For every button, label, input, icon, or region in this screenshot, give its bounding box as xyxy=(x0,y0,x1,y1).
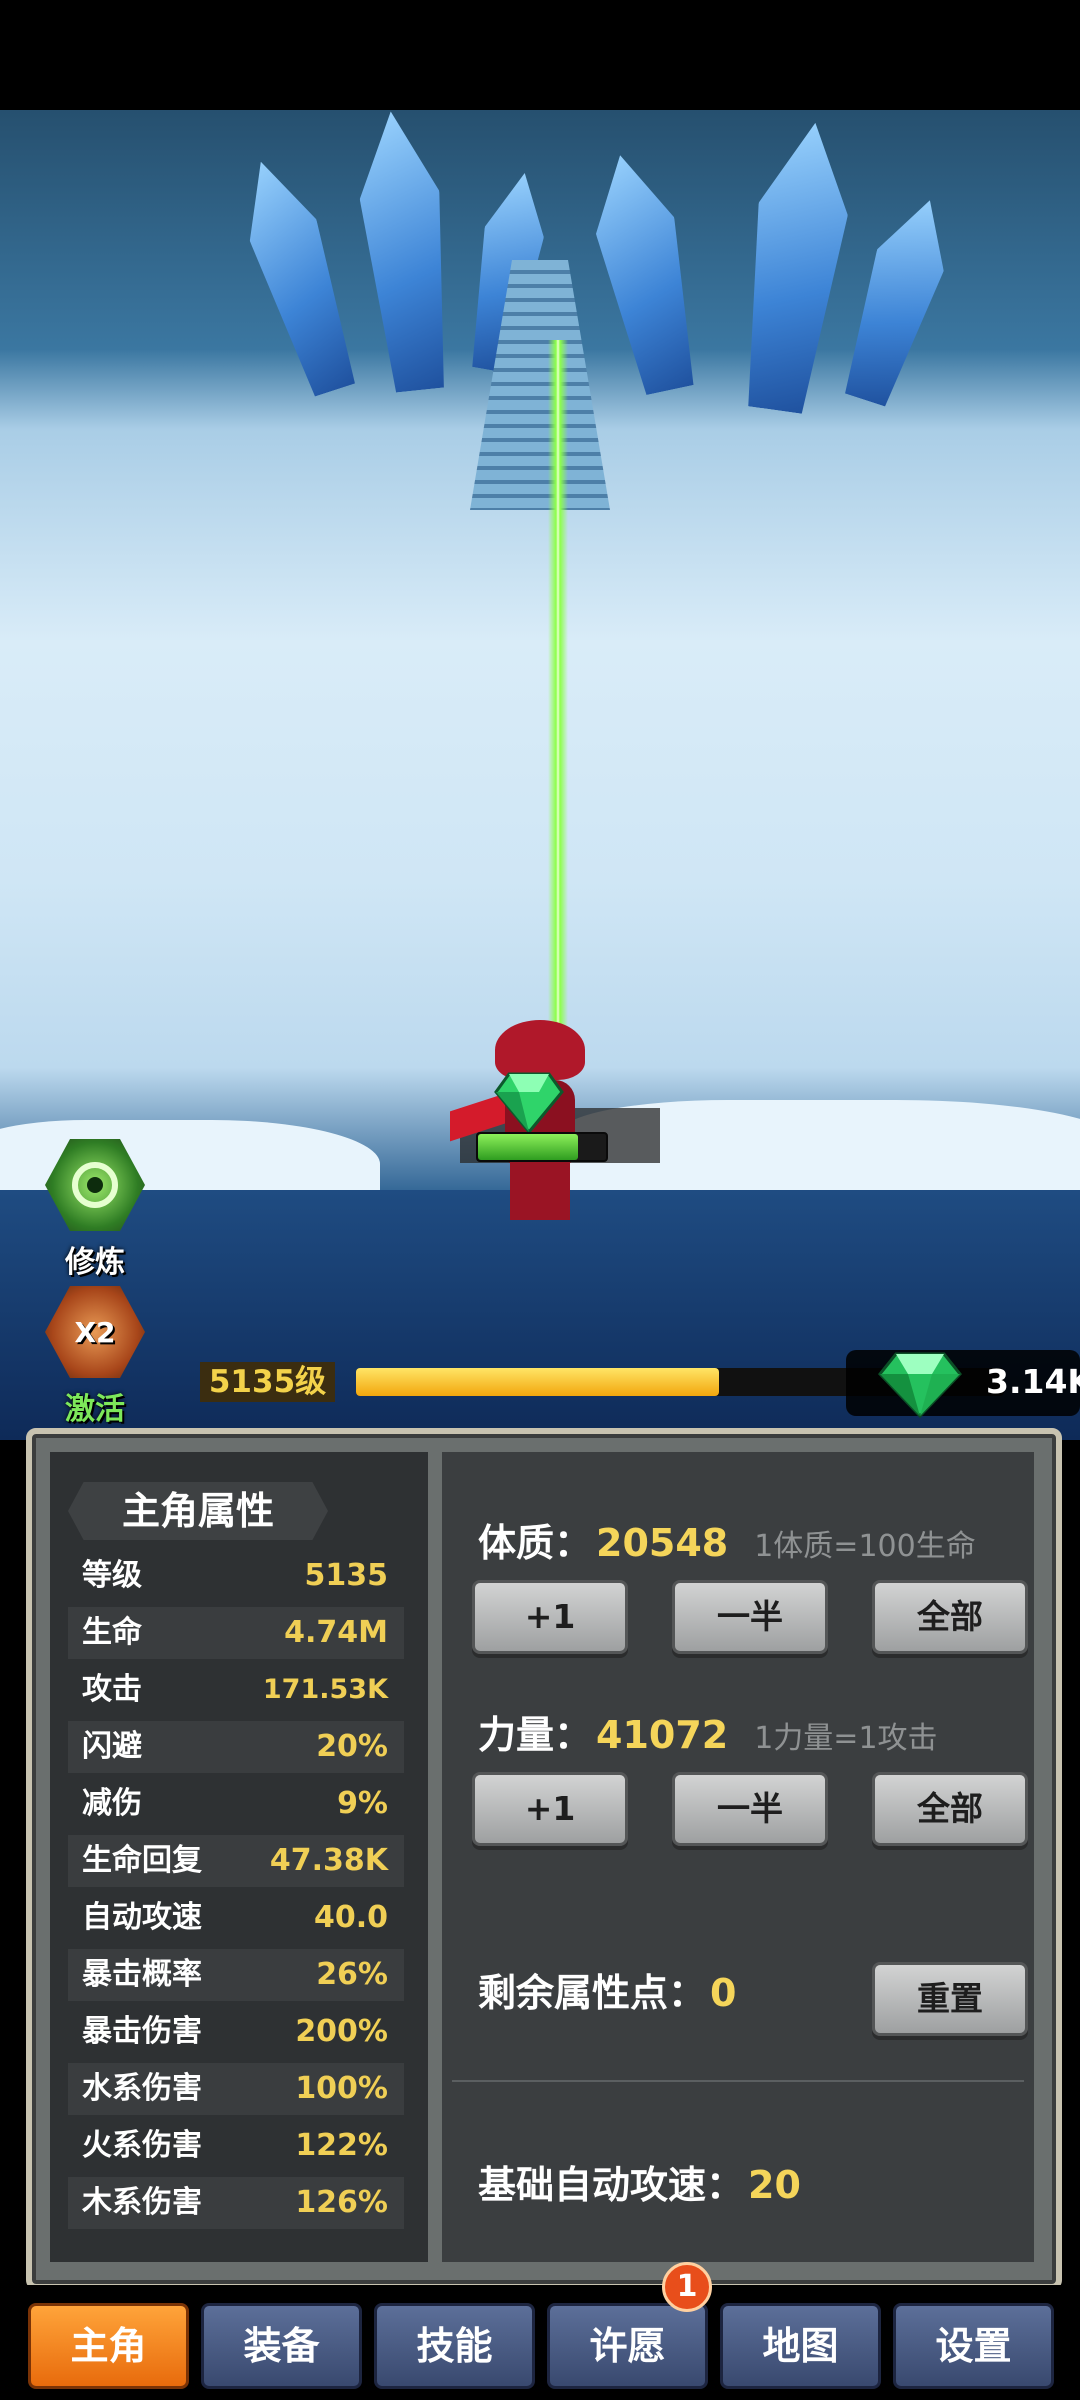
stat-value: 122% xyxy=(295,2128,388,2163)
remaining-points-line: 剩余属性点： 0 xyxy=(478,1962,736,2017)
stat-row: 生命 4.74M xyxy=(68,1607,404,1659)
swirl-glyph xyxy=(72,1162,118,1208)
xp-fill xyxy=(356,1368,719,1396)
stat-name: 水系伤害 xyxy=(82,2071,202,2106)
strength-plus-one-button[interactable]: +1 xyxy=(472,1772,628,1846)
stat-name: 暴击概率 xyxy=(82,1957,202,1992)
constitution-label: 体质： xyxy=(478,1521,593,1565)
stat-name: 减伤 xyxy=(82,1786,142,1821)
green-gem-icon xyxy=(494,1072,564,1134)
ice-crystal xyxy=(228,151,369,401)
stat-value: 100% xyxy=(295,2071,388,2106)
gem-count: 3.14K xyxy=(986,1362,1080,1401)
stat-row: 水系伤害 100% xyxy=(68,2063,404,2115)
constitution-line: 体质： 20548 1体质=100生命 xyxy=(478,1512,976,1567)
stat-row: 暴击伤害 200% xyxy=(68,2006,404,2058)
currency-box[interactable]: 3.14K xyxy=(846,1350,1080,1419)
nav-settings-tab[interactable]: 设置 xyxy=(893,2303,1054,2389)
green-swirl-icon xyxy=(45,1139,145,1231)
stat-row: 自动攻速 40.0 xyxy=(68,1892,404,1944)
remaining-points-label: 剩余属性点： xyxy=(478,1971,707,2015)
stat-name: 暴击伤害 xyxy=(82,2014,202,2049)
nav-skills-tab[interactable]: 技能 xyxy=(374,2303,535,2389)
stat-name: 火系伤害 xyxy=(82,2128,202,2163)
level-row: 5135级 3.14K xyxy=(200,1350,1080,1419)
strength-line: 力量： 41072 1力量=1攻击 xyxy=(478,1704,938,1759)
stat-value: 126% xyxy=(295,2185,388,2220)
stat-name: 生命回复 xyxy=(82,1843,202,1878)
nav-map-tab[interactable]: 地图 xyxy=(720,2303,881,2389)
stat-name: 等级 xyxy=(82,1558,142,1593)
reset-button[interactable]: 重置 xyxy=(872,1962,1028,2036)
stat-value: 5135 xyxy=(304,1558,389,1593)
stat-row: 等级 5135 xyxy=(68,1550,404,1602)
activate-button[interactable]: X2 激活 xyxy=(40,1282,150,1428)
green-gem-icon xyxy=(878,1352,962,1419)
wish-notification-badge: 1 xyxy=(662,2262,712,2312)
stat-value: 20% xyxy=(316,1729,388,1764)
attribute-column: 体质： 20548 1体质=100生命 +1 一半 全部 力量： 41072 1力量=1… xyxy=(442,1452,1034,2262)
hero-legs xyxy=(510,1160,570,1220)
constitution-plus-one-button[interactable]: +1 xyxy=(472,1580,628,1654)
stat-row: 减伤 9% xyxy=(68,1778,404,1830)
stat-row: 暴击概率 26% xyxy=(68,1949,404,2001)
stat-row: 火系伤害 122% xyxy=(68,2120,404,2172)
cultivate-label: 修炼 xyxy=(65,1245,125,1280)
strength-half-button[interactable]: 一半 xyxy=(672,1772,828,1846)
game-scene[interactable] xyxy=(0,110,1080,1440)
stat-name: 木系伤害 xyxy=(82,2185,202,2220)
constitution-half-button[interactable]: 一半 xyxy=(672,1580,828,1654)
stat-row: 生命回复 47.38K xyxy=(68,1835,404,1887)
stat-row: 闪避 20% xyxy=(68,1721,404,1773)
stat-name: 攻击 xyxy=(82,1672,142,1707)
green-laser-beam xyxy=(548,340,568,1060)
status-bar xyxy=(0,0,1080,110)
stat-value: 4.74M xyxy=(284,1615,388,1650)
stat-name: 闪避 xyxy=(82,1729,142,1764)
strength-note: 1力量=1攻击 xyxy=(754,1721,938,1756)
attribute-panel: 主角属性 等级 5135 生命 4.74M 攻击 171.53K 闪避 20% 减伤 9%… xyxy=(26,1428,1062,2290)
base-speed-value: 20 xyxy=(748,2163,801,2207)
nav-hero-tab[interactable]: 主角 xyxy=(28,2303,189,2389)
strength-value: 41072 xyxy=(596,1713,729,1757)
hero-hp-fill xyxy=(478,1134,578,1160)
ice-crystal xyxy=(832,189,963,410)
stat-row: 木系伤害 126% xyxy=(68,2177,404,2229)
separator-line xyxy=(452,2080,1024,2082)
multiplier-text: X2 xyxy=(74,1315,116,1349)
hero-character[interactable] xyxy=(450,1010,630,1240)
strength-label: 力量： xyxy=(478,1713,593,1757)
nav-wish-tab[interactable]: 许愿 xyxy=(547,2303,708,2389)
constitution-note: 1体质=100生命 xyxy=(754,1529,976,1564)
base-speed-label: 基础自动攻速： xyxy=(478,2163,745,2207)
nav-equipment-tab[interactable]: 装备 xyxy=(201,2303,362,2389)
stat-row: 攻击 171.53K xyxy=(68,1664,404,1716)
x2-bag-icon: X2 xyxy=(45,1286,145,1378)
stat-value: 26% xyxy=(316,1957,388,1992)
stats-column: 主角属性 等级 5135 生命 4.74M 攻击 171.53K 闪避 20% 减伤 9%… xyxy=(50,1452,430,2262)
remaining-points-value: 0 xyxy=(710,1971,737,2015)
stat-value: 200% xyxy=(295,2014,388,2049)
strength-all-button[interactable]: 全部 xyxy=(872,1772,1028,1846)
base-speed-line: 基础自动攻速： 20 xyxy=(478,2154,801,2209)
column-divider xyxy=(428,1452,442,2262)
constitution-all-button[interactable]: 全部 xyxy=(872,1580,1028,1654)
cultivate-button[interactable]: 修炼 xyxy=(40,1135,150,1281)
stat-value: 47.38K xyxy=(269,1843,388,1878)
stat-value: 9% xyxy=(337,1786,388,1821)
constitution-value: 20548 xyxy=(596,1521,729,1565)
ice-crystal xyxy=(730,117,859,417)
stat-name: 生命 xyxy=(82,1615,142,1650)
panel-title: 主角属性 xyxy=(68,1482,328,1540)
ice-crystal xyxy=(351,110,460,394)
level-badge: 5135级 xyxy=(200,1362,335,1402)
stat-value: 40.0 xyxy=(313,1900,388,1935)
bottom-nav: 主角 装备 技能 许愿 地图 设置 xyxy=(0,2285,1080,2400)
hero-hp-bar xyxy=(476,1132,608,1162)
stat-name: 自动攻速 xyxy=(82,1900,202,1935)
stat-value: 171.53K xyxy=(262,1674,388,1705)
activate-label: 激活 xyxy=(65,1392,125,1427)
ice-crystal xyxy=(581,147,709,398)
